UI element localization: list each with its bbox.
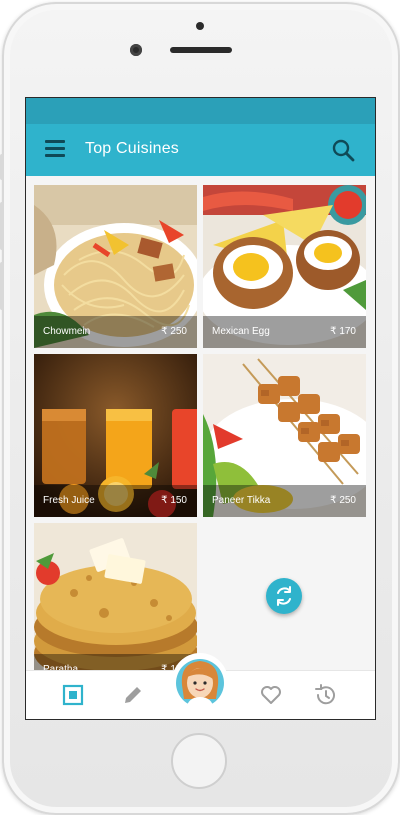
home-button[interactable] xyxy=(171,733,227,789)
dish-card-fresh-juice[interactable]: Fresh Juice ₹ 150 xyxy=(34,354,197,517)
nav-home[interactable] xyxy=(61,683,85,707)
dish-price: ₹ 170 xyxy=(330,326,356,337)
dish-name: Fresh Juice xyxy=(43,495,95,506)
dish-card-mexican-egg[interactable]: Mexican Egg ₹ 170 xyxy=(203,185,366,348)
dish-name: Paneer Tikka xyxy=(212,495,271,506)
pencil-icon xyxy=(125,687,141,703)
proximity-sensor xyxy=(196,22,204,30)
home-square-icon xyxy=(62,684,84,706)
nav-favorites[interactable] xyxy=(259,683,283,707)
nav-edit[interactable] xyxy=(121,683,145,707)
dish-price: ₹ 250 xyxy=(161,326,187,337)
dish-caption: Mexican Egg ₹ 170 xyxy=(203,316,366,348)
hamburger-menu-icon[interactable] xyxy=(45,140,65,158)
dish-card-paratha[interactable]: Paratha ₹ 150 xyxy=(34,523,197,686)
refresh-icon xyxy=(277,586,291,606)
search-icon[interactable] xyxy=(331,138,355,162)
dish-price: ₹ 150 xyxy=(161,495,187,506)
heart-icon xyxy=(261,686,281,704)
dish-caption: Chowmein ₹ 250 xyxy=(34,316,197,348)
refresh-button[interactable] xyxy=(266,578,302,614)
earpiece-speaker xyxy=(170,47,232,53)
dish-card-chowmein[interactable]: Chowmein ₹ 250 xyxy=(34,185,197,348)
volume-up-button xyxy=(0,202,4,250)
screen: Top Cuisines Chowmein ₹ 250 Mexican Egg … xyxy=(25,97,376,720)
avatar-icon xyxy=(174,655,226,709)
history-icon xyxy=(315,684,335,705)
dish-caption: Fresh Juice ₹ 150 xyxy=(34,485,197,517)
dish-price: ₹ 250 xyxy=(330,495,356,506)
volume-down-button xyxy=(0,262,4,310)
avatar[interactable] xyxy=(172,653,228,709)
page-title: Top Cuisines xyxy=(85,140,180,157)
dish-caption: Paneer Tikka ₹ 250 xyxy=(203,485,366,517)
status-bar xyxy=(26,98,375,124)
dish-card-paneer-tikka[interactable]: Paneer Tikka ₹ 250 xyxy=(203,354,366,517)
dish-name: Mexican Egg xyxy=(212,326,270,337)
nav-history[interactable] xyxy=(313,683,337,707)
front-camera xyxy=(130,44,142,56)
dish-name: Chowmein xyxy=(43,326,91,337)
app-bar: Top Cuisines xyxy=(26,124,375,176)
mute-switch xyxy=(0,154,4,180)
